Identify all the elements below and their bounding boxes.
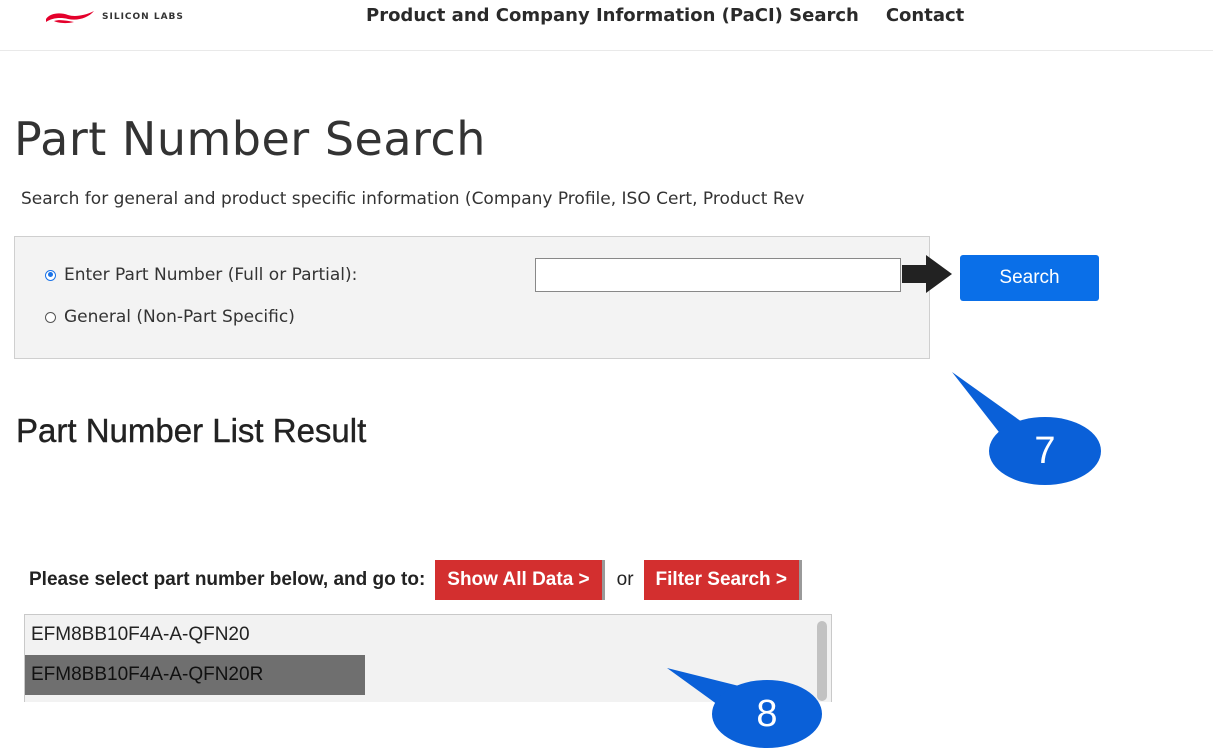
list-scrollbar[interactable] [817, 621, 827, 701]
goto-label: Please select part number below, and go … [29, 569, 426, 590]
search-button[interactable]: Search [960, 255, 1099, 301]
callout-badge-7: 7 [989, 417, 1101, 485]
radio-part-number-label: Enter Part Number (Full or Partial): [64, 265, 358, 285]
radio-option-general[interactable]: General (Non-Part Specific) [45, 307, 295, 327]
search-panel: Enter Part Number (Full or Partial): Gen… [14, 236, 930, 359]
goto-row: Please select part number below, and go … [29, 560, 803, 600]
show-all-data-button[interactable]: Show All Data > [435, 560, 605, 600]
radio-part-number[interactable] [45, 269, 56, 281]
nav-link-contact[interactable]: Contact [886, 5, 964, 26]
top-navigation-bar: SILICON LABS Product and Company Informa… [0, 0, 1213, 51]
callout-badge-8: 8 [712, 680, 822, 748]
radio-option-part-number[interactable]: Enter Part Number (Full or Partial): [45, 265, 357, 285]
filter-search-button[interactable]: Filter Search > [643, 560, 803, 600]
list-item-selected[interactable]: EFM8BB10F4A-A-QFN20R [25, 655, 365, 695]
nav-link-paci-search[interactable]: Product and Company Information (PaCI) S… [366, 5, 859, 26]
page-title: Part Number Search [14, 112, 486, 166]
main-nav: Product and Company Information (PaCI) S… [366, 5, 964, 26]
or-text: or [616, 569, 634, 590]
silicon-labs-logo[interactable]: SILICON LABS [44, 10, 184, 24]
results-title: Part Number List Result [16, 412, 367, 449]
silicon-labs-logo-icon [44, 10, 96, 24]
radio-general-label: General (Non-Part Specific) [64, 307, 295, 327]
page-subtitle: Search for general and product specific … [21, 189, 805, 209]
part-number-input[interactable] [535, 258, 901, 292]
radio-general[interactable] [45, 311, 56, 323]
list-item[interactable]: EFM8BB10F4A-A-QFN20 [25, 615, 831, 655]
arrow-right-icon [902, 253, 956, 302]
logo-text: SILICON LABS [102, 12, 184, 22]
